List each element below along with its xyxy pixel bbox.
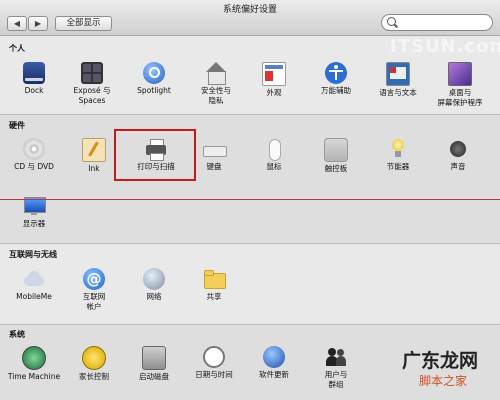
pref-energy-saver[interactable]: 节能器 <box>366 138 430 172</box>
toolbar: 系统偏好设置 ◀ ▶ 全部显示 <box>0 0 500 36</box>
highlight-box <box>114 129 196 181</box>
pref-date-time[interactable]: 日期与时间 <box>182 346 246 380</box>
pref-label: 互联网 帐户 <box>82 292 106 311</box>
search-icon <box>387 17 396 26</box>
appearance-icon <box>262 62 286 86</box>
section-internet: 互联网与无线 MobileMe @ 互联网 帐户 网络 共享 <box>0 244 500 324</box>
pref-label: 网络 <box>146 292 162 301</box>
pref-trackpad[interactable]: 触控板 <box>304 138 368 174</box>
pref-label: 日期与时间 <box>195 370 233 379</box>
sharing-folder-icon <box>203 268 226 290</box>
dock-icon <box>23 62 45 84</box>
watermark-site: 脚本之家 <box>419 374 468 388</box>
speaker-icon <box>447 138 469 160</box>
pref-expose-spaces[interactable]: Exposé 与 Spaces <box>60 62 124 106</box>
pref-mobileme[interactable]: MobileMe <box>2 268 66 302</box>
trackpad-icon <box>324 138 348 162</box>
pref-label: Spotlight <box>137 86 171 95</box>
pref-software-update[interactable]: 软件更新 <box>242 346 306 380</box>
pref-language-text[interactable]: 语言与文本 <box>366 62 430 98</box>
pref-appearance[interactable]: 外观 <box>242 62 306 98</box>
pref-label: MobileMe <box>16 292 52 301</box>
pref-label: 安全性与 隐私 <box>201 86 231 105</box>
mouse-icon <box>263 138 285 161</box>
cd-dvd-icon <box>23 138 45 160</box>
pref-displays[interactable]: 显示器 <box>2 195 66 229</box>
energy-bulb-icon <box>387 138 409 160</box>
pref-label: 桌面与 屏幕保护程序 <box>437 88 483 107</box>
startup-disk-icon <box>142 346 166 370</box>
show-all-button[interactable]: 全部显示 <box>55 16 112 31</box>
pref-network[interactable]: 网络 <box>122 268 186 302</box>
pref-parental-controls[interactable]: 家长控制 <box>62 346 126 382</box>
section-title: 互联网与无线 <box>9 250 57 259</box>
forward-button[interactable]: ▶ <box>28 16 48 31</box>
search-input[interactable] <box>400 16 492 31</box>
search-field[interactable] <box>381 14 493 31</box>
pref-time-machine[interactable]: Time Machine <box>2 346 66 382</box>
pref-dock[interactable]: Dock <box>2 62 66 96</box>
language-flag-icon <box>386 62 410 86</box>
pref-label: Exposé 与 Spaces <box>73 86 111 105</box>
pref-label: 触控板 <box>324 164 348 173</box>
pref-spotlight[interactable]: Spotlight <box>122 62 186 96</box>
pref-startup-disk[interactable]: 启动磁盘 <box>122 346 186 382</box>
date-time-icon <box>203 346 225 368</box>
pref-desktop-screensaver[interactable]: 桌面与 屏幕保护程序 <box>428 62 492 108</box>
desktop-screensaver-icon <box>448 62 472 86</box>
pref-label: 显示器 <box>22 219 46 228</box>
section-personal: 个人 Dock Exposé 与 Spaces Spotlight 安全性与 隐… <box>0 37 500 114</box>
pref-cd-dvd[interactable]: CD 与 DVD <box>2 138 66 172</box>
pref-label: 万能辅助 <box>321 86 351 95</box>
mobileme-icon <box>23 268 45 290</box>
expose-spaces-icon <box>81 62 103 84</box>
pref-label: 软件更新 <box>259 370 289 379</box>
watermark-brand: 广东龙网 <box>402 350 479 372</box>
pref-label: 共享 <box>206 292 222 301</box>
time-machine-icon <box>22 346 46 370</box>
pref-sharing[interactable]: 共享 <box>182 268 246 302</box>
pref-universal-access[interactable]: 万能辅助 <box>304 62 368 96</box>
pref-internet-accounts[interactable]: @ 互联网 帐户 <box>62 268 126 312</box>
parental-controls-icon <box>82 346 106 370</box>
pref-label: 声音 <box>450 162 466 171</box>
universal-access-icon <box>325 62 347 84</box>
pref-security[interactable]: 安全性与 隐私 <box>184 62 248 106</box>
pref-label: 语言与文本 <box>379 88 417 97</box>
pref-label: 用户与 群组 <box>324 370 348 389</box>
security-house-icon <box>205 62 227 85</box>
pref-label: 外观 <box>266 88 282 97</box>
pref-sound[interactable]: 声音 <box>426 138 490 172</box>
divider-red-line <box>0 199 500 200</box>
internet-accounts-icon: @ <box>83 268 105 290</box>
users-groups-icon <box>325 346 347 368</box>
pref-mouse[interactable]: 鼠标 <box>242 138 306 172</box>
section-hardware: 硬件 CD 与 DVD Ink 打印与扫描 键盘 鼠标 触控板 节能器 声音 显… <box>0 115 500 243</box>
spotlight-icon <box>143 62 165 84</box>
pref-label: 鼠标 <box>266 162 282 171</box>
software-update-icon <box>263 346 285 368</box>
section-title: 硬件 <box>9 121 25 130</box>
pref-label: Time Machine <box>7 372 61 381</box>
pref-label: 家长控制 <box>79 372 109 381</box>
network-globe-icon <box>143 268 165 290</box>
pref-label: 启动磁盘 <box>139 372 169 381</box>
back-button[interactable]: ◀ <box>7 16 27 31</box>
section-title: 系统 <box>9 330 25 339</box>
ink-icon <box>82 138 106 162</box>
pref-users-groups[interactable]: 用户与 群组 <box>304 346 368 390</box>
keyboard-icon <box>203 138 227 160</box>
pref-label: Dock <box>24 86 44 95</box>
pref-label: CD 与 DVD <box>14 162 54 171</box>
section-title: 个人 <box>9 44 25 53</box>
pref-label: 节能器 <box>386 162 410 171</box>
